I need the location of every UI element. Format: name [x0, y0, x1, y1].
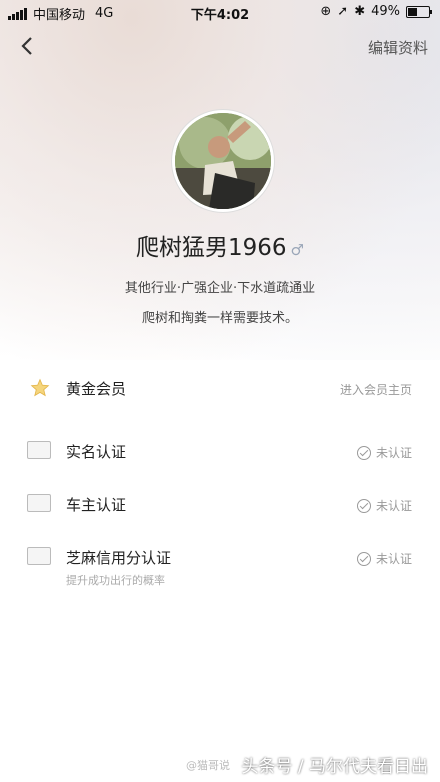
- enter-member-homepage-link[interactable]: 进入会员主页: [340, 381, 412, 398]
- edit-profile-button[interactable]: 编辑资料: [368, 37, 428, 58]
- car-owner-label: 车主认证: [66, 496, 127, 514]
- sesame-credit-hint: 提升成功出行的概率: [66, 574, 165, 587]
- status-text: 未认证: [375, 446, 412, 460]
- sesame-credit-status: 未认证: [356, 550, 412, 567]
- sesame-credit-row[interactable]: 芝麻信用分认证 提升成功出行的概率 未认证: [0, 541, 440, 591]
- weibo-watermark: @猫哥说: [186, 759, 230, 772]
- status-bar: 中国移动 4G 下午4:02 ⊕ ➚ ✱ 49%: [0, 0, 440, 24]
- check-circle-icon: [356, 445, 371, 460]
- check-circle-icon: [356, 498, 371, 513]
- status-text: 未认证: [375, 552, 412, 566]
- car-owner-status: 未认证: [356, 497, 412, 514]
- bluetooth-icon: ✱: [354, 4, 366, 19]
- sesame-credit-icon: [27, 547, 53, 567]
- username-text: 爬树猛男1966: [136, 235, 287, 261]
- back-arrow-icon[interactable]: [18, 36, 38, 56]
- gold-member-label: 黄金会员: [66, 380, 127, 398]
- avatar-photo: [175, 113, 271, 209]
- check-circle-icon: [356, 551, 371, 566]
- real-name-verification-row[interactable]: 实名认证 未认证: [0, 435, 440, 471]
- avatar[interactable]: [172, 110, 274, 212]
- real-name-label: 实名认证: [66, 443, 127, 461]
- username: 爬树猛男1966 ♂: [0, 228, 440, 262]
- id-card-icon: [27, 441, 53, 461]
- location-icon: ➚: [337, 4, 349, 19]
- status-right: ⊕ ➚ ✱ 49%: [320, 4, 432, 19]
- star-icon: [30, 378, 50, 397]
- car-owner-verification-row[interactable]: 车主认证 未认证: [0, 488, 440, 524]
- industry-tags: 其他行业·广强企业·下水道疏通业: [124, 281, 316, 296]
- toutiao-watermark: 头条号 / 马尔代夫看日出: [241, 757, 428, 777]
- status-text: 未认证: [375, 499, 412, 513]
- battery-icon: [406, 5, 432, 18]
- gold-member-row[interactable]: 黄金会员 进入会员主页: [0, 372, 440, 408]
- battery-percent: 49%: [371, 4, 400, 19]
- male-gender-icon: ♂: [290, 241, 304, 259]
- lock-rotation-icon: ⊕: [320, 4, 332, 19]
- bio: 爬树和掏粪一样需要技术。: [141, 311, 298, 326]
- sesame-credit-label: 芝麻信用分认证: [66, 549, 172, 567]
- car-card-icon: [27, 494, 53, 514]
- real-name-status: 未认证: [356, 444, 412, 461]
